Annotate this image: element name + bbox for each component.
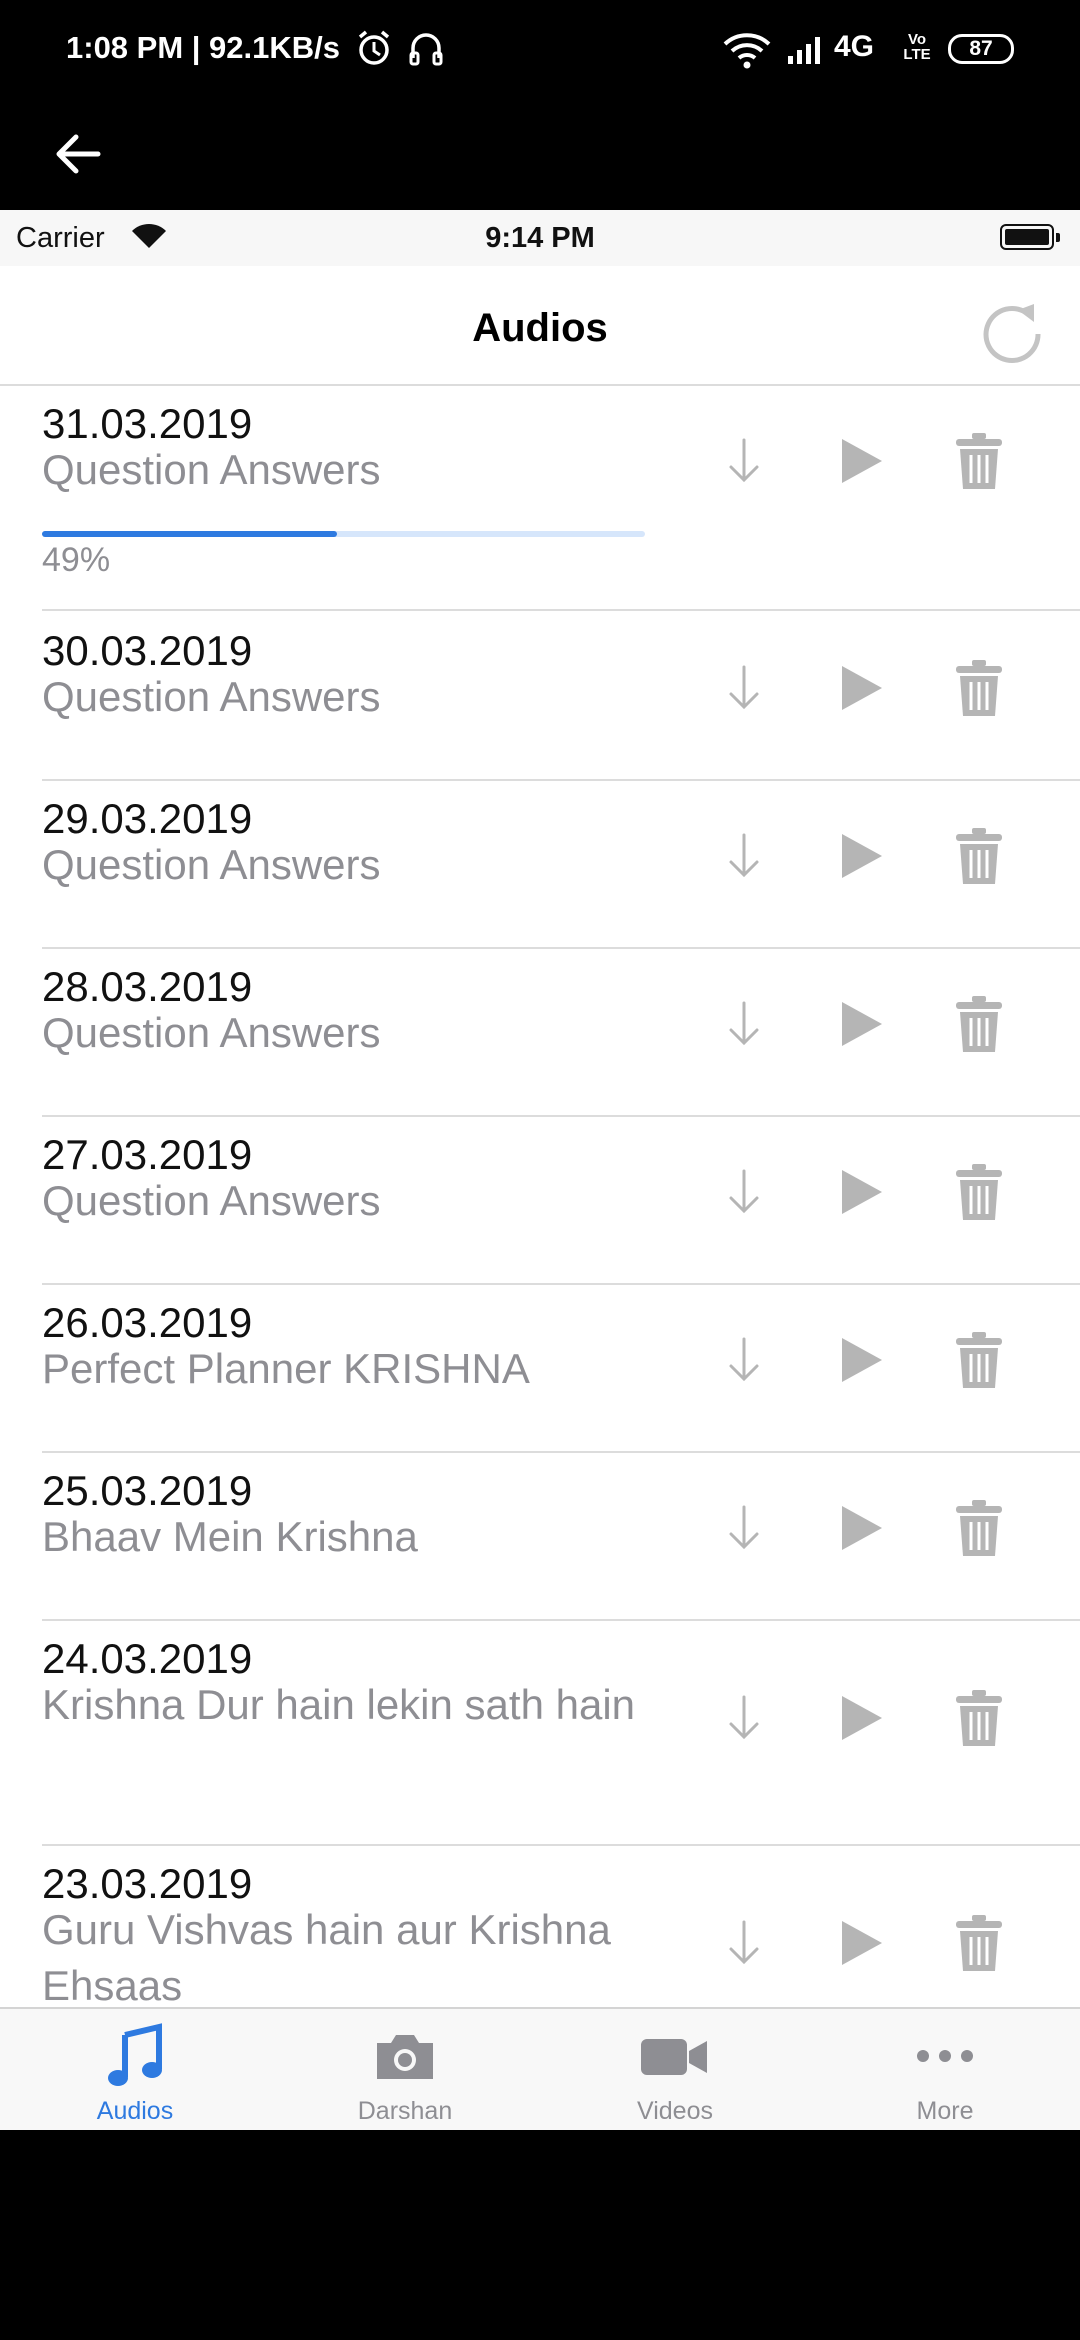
play-icon[interactable] (838, 1503, 884, 1558)
play-icon[interactable] (838, 1335, 884, 1390)
app-top-bar (0, 100, 1080, 210)
audio-title: Guru Vishvas hain aur Krishna Ehsaas (42, 1906, 611, 2007)
play-icon[interactable] (838, 663, 884, 718)
trash-icon[interactable] (954, 1162, 1004, 1227)
row-divider (42, 609, 1080, 611)
download-icon[interactable] (724, 1167, 764, 1222)
audio-date: 26.03.2019 (42, 1299, 253, 1346)
tab-label: More (916, 2097, 974, 2125)
bottom-black-area (0, 2130, 1080, 2340)
audio-title: Krishna Dur hain lekin sath hain (42, 1681, 636, 1728)
page-title: Audios (472, 306, 608, 350)
download-icon[interactable] (724, 999, 764, 1054)
trash-icon[interactable] (954, 1330, 1004, 1395)
audio-title: Question Answers (42, 446, 381, 493)
volte-bottom: LTE (903, 46, 931, 63)
audio-title: Question Answers (42, 1009, 381, 1056)
play-icon[interactable] (838, 436, 884, 491)
ios-status-bar: Carrier 9:14 PM (0, 210, 1080, 266)
camera-icon (270, 2021, 540, 2091)
headphones-icon (408, 28, 444, 73)
download-icon[interactable] (724, 663, 764, 718)
trash-icon[interactable] (954, 1913, 1004, 1978)
tab-label: Darshan (357, 2097, 453, 2125)
audio-list-item[interactable]: 25.03.2019 Bhaav Mein Krishna (0, 1453, 1080, 1621)
audio-list-item[interactable]: 30.03.2019 Question Answers (0, 613, 1080, 781)
music-note-icon (0, 2021, 270, 2091)
tab-videos[interactable]: Videos (540, 2009, 810, 2130)
tab-darshan[interactable]: Darshan (270, 2009, 540, 2130)
more-dots-icon (810, 2021, 1080, 2091)
download-icon[interactable] (724, 1335, 764, 1390)
play-icon[interactable] (838, 831, 884, 886)
refresh-icon[interactable] (976, 290, 1048, 366)
audio-list-item[interactable]: 31.03.2019 Question Answers 49% (0, 386, 1080, 611)
download-icon[interactable] (724, 436, 764, 491)
cellular-signal-icon (786, 34, 826, 71)
audio-list-item[interactable]: 27.03.2019 Question Answers (0, 1117, 1080, 1285)
audio-date: 30.03.2019 (42, 627, 253, 674)
trash-icon[interactable] (954, 1688, 1004, 1753)
audio-date: 29.03.2019 (42, 795, 253, 842)
battery-level: 87 (948, 34, 1014, 64)
play-icon[interactable] (838, 1167, 884, 1222)
network-type: 4G (834, 30, 875, 63)
play-icon[interactable] (838, 999, 884, 1054)
system-status-bar: 1:08 PM | 92.1KB/s 4G Vo LTE 87 (0, 0, 1080, 100)
trash-icon[interactable] (954, 826, 1004, 891)
play-icon[interactable] (838, 1918, 884, 1973)
audio-title: Question Answers (42, 841, 381, 888)
trash-icon[interactable] (954, 658, 1004, 723)
audio-list-item[interactable]: 28.03.2019 Question Answers (0, 949, 1080, 1117)
audio-date: 31.03.2019 (42, 400, 253, 447)
audio-date: 23.03.2019 (42, 1860, 253, 1907)
download-progress-bar (42, 531, 645, 537)
play-icon[interactable] (838, 1693, 884, 1748)
tab-label: Audios (96, 2097, 174, 2125)
download-icon[interactable] (724, 1693, 764, 1748)
back-arrow-icon[interactable] (48, 124, 108, 184)
audio-list-item[interactable]: 26.03.2019 Perfect Planner KRISHNA (0, 1285, 1080, 1453)
download-progress-label: 49% (42, 541, 111, 579)
tab-audios[interactable]: Audios (0, 2009, 270, 2130)
audio-title: Bhaav Mein Krishna (42, 1513, 418, 1560)
download-icon[interactable] (724, 831, 764, 886)
tab-label: Videos (637, 2097, 713, 2125)
audio-date: 27.03.2019 (42, 1131, 253, 1178)
audio-title: Question Answers (42, 1177, 381, 1224)
ios-time: 9:14 PM (485, 222, 595, 254)
audio-title: Perfect Planner KRISHNA (42, 1345, 530, 1392)
alarm-icon (356, 28, 392, 73)
tab-more[interactable]: More (810, 2009, 1080, 2130)
wifi-icon (722, 32, 772, 75)
system-time-speed: 1:08 PM | 92.1KB/s (66, 30, 341, 65)
audio-list-item[interactable]: 23.03.2019 Guru Vishvas hain aur Krishna … (0, 1846, 1080, 2007)
ios-battery-icon (1000, 224, 1060, 250)
app-screen: Carrier 9:14 PM Audios 31.03.2019 Questio… (0, 210, 1080, 2130)
download-icon[interactable] (724, 1918, 764, 1973)
audio-date: 24.03.2019 (42, 1635, 253, 1682)
audio-date: 25.03.2019 (42, 1467, 253, 1514)
audio-title: Question Answers (42, 673, 381, 720)
download-icon[interactable] (724, 1503, 764, 1558)
audio-list[interactable]: 31.03.2019 Question Answers 49% 30.03.2019 Q… (0, 386, 1080, 2007)
download-progress-fill (42, 531, 338, 537)
volte-indicator: Vo LTE (900, 32, 934, 62)
audio-list-item[interactable]: 29.03.2019 Question Answers (0, 781, 1080, 949)
trash-icon[interactable] (954, 1498, 1004, 1563)
audio-list-item[interactable]: 24.03.2019 Krishna Dur hain lekin sath ha… (0, 1621, 1080, 1846)
audio-date: 28.03.2019 (42, 963, 253, 1010)
trash-icon[interactable] (954, 431, 1004, 496)
video-camera-icon (540, 2021, 810, 2091)
tab-bar: Audios Darshan Videos More (0, 2007, 1080, 2130)
trash-icon[interactable] (954, 994, 1004, 1059)
navigation-bar: Audios (0, 266, 1080, 386)
